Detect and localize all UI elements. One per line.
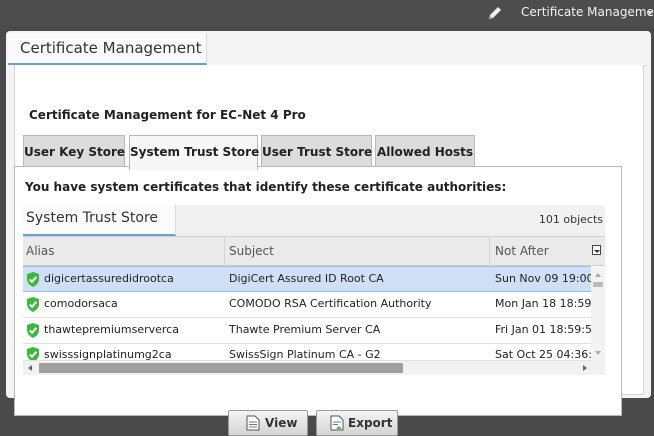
certificate-table: Alias Subject Not After digicertassuredi… [23, 236, 605, 375]
cell-not-after: Sun Nov 09 19:00:00 [495, 272, 591, 285]
cell-subject: SwissSign Platinum CA - G2 [229, 348, 381, 361]
view-selector-label[interactable]: Certificate Management [521, 5, 654, 19]
trust-store-table-view: System Trust Store 101 objects Alias Sub… [23, 205, 605, 375]
table-row[interactable]: digicertassuredidrootca DigiCert Assured… [23, 266, 591, 292]
table-row[interactable]: comodorsaca COMODO RSA Certification Aut… [23, 292, 591, 318]
green-shield-check-icon [27, 323, 39, 338]
object-count: 101 objects [538, 213, 603, 226]
view-container: Certificate Management Certificate Manag… [6, 31, 651, 436]
export-button[interactable]: Export [316, 410, 398, 436]
export-button-label: Export [348, 416, 393, 430]
column-chooser-icon[interactable] [592, 245, 601, 255]
cell-alias: swisssignplatinumg2ca [44, 348, 172, 361]
cell-not-after: Mon Jan 18 18:59:59 [495, 297, 591, 310]
view-title: Certificate Management [20, 39, 202, 57]
top-bar: Certificate Management [0, 0, 654, 26]
table-toolbar: 101 objects [176, 205, 605, 236]
view-button[interactable]: View [228, 410, 308, 436]
scroll-left-icon[interactable] [28, 365, 32, 371]
tab-label: System Trust Store [130, 145, 260, 159]
tab-allowed-hosts[interactable]: Allowed Hosts [375, 135, 475, 169]
column-divider[interactable] [224, 237, 225, 266]
table-header: Alias Subject Not After [23, 236, 605, 266]
scroll-up-icon[interactable] [595, 273, 601, 277]
cell-alias: thawtepremiumserverca [44, 323, 179, 336]
table-row[interactable]: swisssignplatinumg2ca SwissSign Platinum… [23, 344, 591, 361]
tab-label: User Trust Store [262, 145, 373, 159]
pencil-icon[interactable] [486, 4, 504, 22]
green-shield-check-icon [27, 297, 39, 312]
scrollbar-thumb[interactable] [593, 282, 603, 287]
view-button-label: View [265, 416, 298, 430]
certificate-panel: Certificate Management for EC-Net 4 Pro … [14, 65, 644, 436]
caret-down-icon[interactable] [647, 11, 653, 15]
cell-not-after: Fri Jan 01 18:59:59 [495, 323, 591, 336]
document-icon [246, 415, 260, 431]
green-shield-check-icon [27, 272, 39, 287]
export-document-icon [330, 415, 344, 431]
horizontal-scrollbar[interactable] [23, 361, 605, 375]
green-shield-check-icon [27, 347, 39, 360]
column-divider[interactable] [489, 237, 490, 266]
tab-label: Allowed Hosts [376, 145, 474, 159]
info-message: You have system certificates that identi… [25, 180, 507, 194]
cell-subject: DigiCert Assured ID Root CA [229, 272, 384, 285]
trust-store-title: System Trust Store [26, 210, 159, 226]
view-title-tab[interactable]: Certificate Management [8, 33, 207, 65]
scrollbar-thumb[interactable] [39, 363, 403, 373]
scroll-down-icon[interactable] [595, 351, 601, 355]
page-title: Certificate Management for EC-Net 4 Pro [29, 108, 306, 122]
trust-store-title-tab: System Trust Store [23, 205, 176, 236]
table-row[interactable]: thawtepremiumserverca Thawte Premium Ser… [23, 318, 591, 344]
scroll-right-icon[interactable] [583, 365, 587, 371]
tab-content: You have system certificates that identi… [14, 166, 622, 436]
vertical-scrollbar[interactable] [591, 267, 605, 361]
cell-subject: COMODO RSA Certification Authority [229, 297, 432, 310]
cell-alias: digicertassuredidrootca [44, 272, 174, 285]
column-header-alias[interactable]: Alias [26, 244, 54, 258]
cell-subject: Thawte Premium Server CA [229, 323, 381, 336]
tab-system-trust-store[interactable]: System Trust Store [129, 135, 260, 170]
tab-user-trust-store[interactable]: User Trust Store [261, 135, 372, 169]
tab-user-key-store[interactable]: User Key Store [23, 135, 125, 169]
tab-label: User Key Store [24, 145, 126, 159]
column-header-subject[interactable]: Subject [229, 244, 274, 258]
tab-strip: User Key Store System Trust Store User T… [23, 135, 654, 170]
cell-not-after: Sat Oct 25 04:36:00 [495, 348, 591, 361]
column-header-not-after[interactable]: Not After [495, 244, 549, 258]
cell-alias: comodorsaca [44, 297, 118, 310]
